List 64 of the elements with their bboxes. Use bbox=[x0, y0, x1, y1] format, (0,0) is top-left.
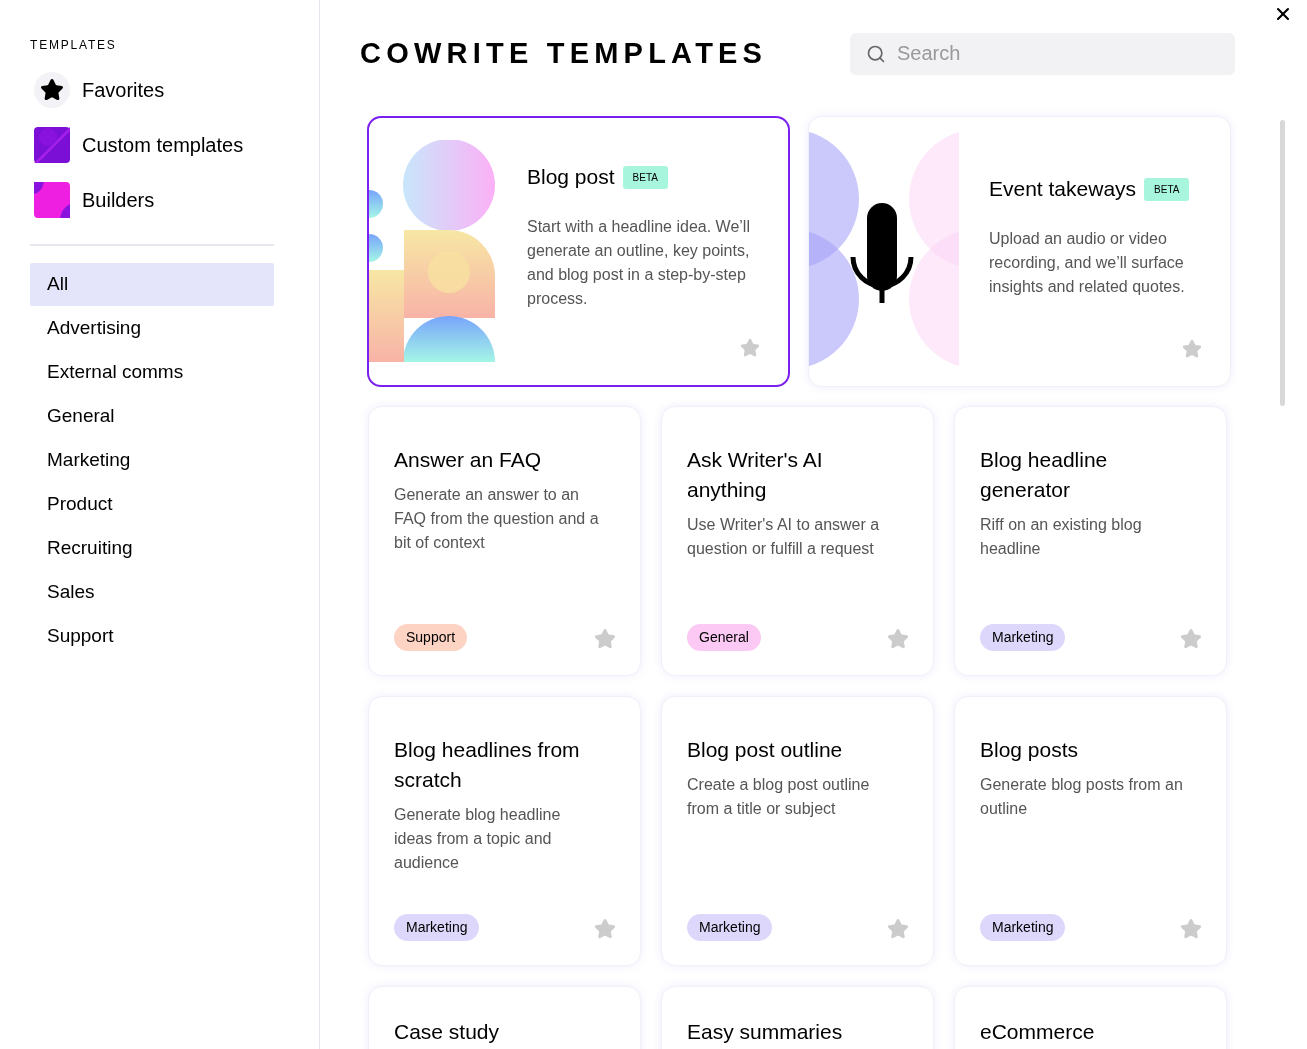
template-card[interactable]: Ask Writer's AI anything Use Writer's AI to answer a question or fulfill a request General bbox=[661, 405, 934, 676]
sidebar-link[interactable]: Favorites bbox=[34, 72, 289, 108]
search-field[interactable]: Search bbox=[850, 32, 1235, 75]
beta-badge: BETA bbox=[1144, 177, 1190, 201]
card-title: Blog headlines from scratch bbox=[394, 736, 581, 793]
category-tag: Marketing bbox=[687, 913, 773, 941]
favorite-star-icon[interactable] bbox=[1180, 627, 1202, 650]
sidebar-link[interactable]: Custom templates bbox=[34, 127, 289, 163]
favorite-star-icon[interactable] bbox=[594, 917, 616, 940]
card-title: Easy summaries bbox=[687, 1018, 844, 1045]
card-title: Case study bbox=[394, 1018, 501, 1045]
category-item[interactable]: Product bbox=[30, 483, 274, 526]
favorite-star-icon[interactable] bbox=[1180, 917, 1202, 940]
category-item[interactable]: External comms bbox=[30, 351, 274, 394]
category-item[interactable]: Marketing bbox=[30, 439, 274, 482]
category-tag: Marketing bbox=[394, 913, 480, 941]
template-card[interactable]: Blog posts Generate blog posts from an outline Marketing bbox=[954, 695, 1227, 966]
category-tag: Support bbox=[394, 623, 468, 651]
category-item[interactable]: All bbox=[30, 263, 274, 306]
category-item[interactable]: Support bbox=[30, 615, 274, 658]
card-title: Blog post bbox=[527, 164, 615, 191]
sidebar-link[interactable]: Builders bbox=[34, 182, 289, 218]
card-title: Ask Writer's AI anything bbox=[687, 446, 824, 503]
featured-card[interactable]: Blog post BETA Start with a headline idea. We’ll generate an outline, key points, and blog post in a step-by-step process. bbox=[367, 115, 790, 387]
category-item[interactable]: Sales bbox=[30, 571, 274, 614]
favorite-star-icon[interactable] bbox=[740, 337, 760, 358]
template-card[interactable]: Case study bbox=[368, 985, 641, 1049]
category-tag: General bbox=[687, 623, 761, 651]
category-item[interactable]: Recruiting bbox=[30, 527, 274, 570]
builders-icon bbox=[34, 182, 70, 218]
category-tag: Marketing bbox=[980, 623, 1066, 651]
template-card[interactable]: eCommerce bbox=[954, 985, 1227, 1049]
card-description: Upload an audio or video recording, and we’ll surface insights and related quotes. bbox=[989, 228, 1186, 297]
card-description: Riff on an existing blog headline bbox=[980, 514, 1143, 559]
card-description: Use Writer's AI to answer a question or fulfill a request bbox=[687, 514, 881, 559]
template-card[interactable]: Blog headlines from scratch Generate blog headline ideas from a topic and audience Marketing bbox=[368, 695, 641, 966]
card-description: Generate an answer to an FAQ from the question and a bit of context bbox=[394, 484, 600, 553]
featured-card[interactable]: Event takeways BETA Upload an audio or video recording, and we’ll surface insights and related quotes. bbox=[808, 115, 1231, 387]
card-description: Start with a headline idea. We’ll generate an outline, key points, and blog post in a step-by-step process. bbox=[527, 216, 751, 309]
search-icon bbox=[866, 43, 886, 64]
card-title: Blog post outline bbox=[687, 736, 844, 763]
template-card[interactable]: Blog post outline Create a blog post outline from a title or subject Marketing bbox=[661, 695, 934, 966]
template-card[interactable]: Easy summaries bbox=[661, 985, 934, 1049]
favorite-star-icon[interactable] bbox=[887, 627, 909, 650]
card-title: Answer an FAQ bbox=[394, 446, 543, 473]
category-item[interactable]: Advertising bbox=[30, 307, 274, 350]
sidebar-heading: TEMPLATES bbox=[30, 37, 118, 54]
card-description: Generate blog headline ideas from a topic and audience bbox=[394, 804, 562, 873]
category-item[interactable]: General bbox=[30, 395, 274, 438]
card-title: Blog posts bbox=[980, 736, 1080, 763]
card-description: Generate blog posts from an outline bbox=[980, 774, 1184, 819]
beta-badge: BETA bbox=[622, 165, 668, 189]
favorite-star-icon[interactable] bbox=[887, 917, 909, 940]
template-card[interactable]: Answer an FAQ Generate an answer to an FAQ from the question and a bit of context Support bbox=[368, 405, 641, 676]
favorite-star-icon[interactable] bbox=[1182, 338, 1202, 359]
card-title: Event takeways bbox=[989, 176, 1137, 203]
card-title: Blog headline generator bbox=[980, 446, 1109, 503]
custom-templates-icon bbox=[34, 127, 70, 163]
card-title: eCommerce bbox=[980, 1018, 1096, 1045]
page-title: COWRITE TEMPLATES bbox=[360, 36, 769, 71]
card-description: Create a blog post outline from a title or subject bbox=[687, 774, 871, 819]
favorite-star-icon[interactable] bbox=[594, 627, 616, 650]
template-card[interactable]: Blog headline generator Riff on an existing blog headline Marketing bbox=[954, 405, 1227, 676]
category-tag: Marketing bbox=[980, 913, 1066, 941]
